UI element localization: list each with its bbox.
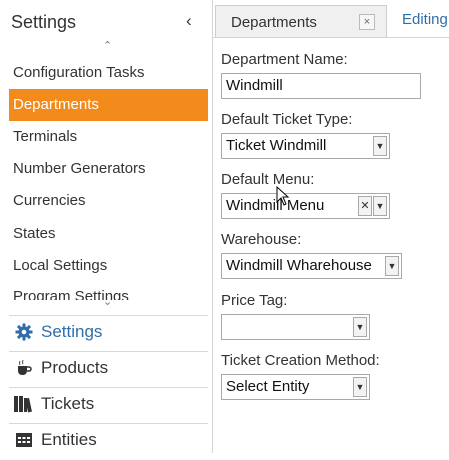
ticket-creation-label: Ticket Creation Method:	[221, 352, 380, 369]
settings-sidebar: Settings ‹ ⌃ Configuration Tasks Departm…	[0, 0, 213, 453]
department-name-input[interactable]: Windmill	[221, 73, 421, 99]
sidebar-item-departments[interactable]: Departments	[9, 89, 208, 121]
sidebar-item-currencies[interactable]: Currencies	[9, 185, 208, 217]
section-settings-label: Settings	[41, 322, 103, 341]
chevron-down-icon[interactable]: ▼	[353, 317, 367, 337]
tab-departments[interactable]: Departments ×	[215, 5, 387, 38]
sidebar-item-number-generators[interactable]: Number Generators	[9, 153, 208, 185]
section-entities-label: Entities	[41, 430, 97, 449]
ticket-type-select[interactable]: Ticket Windmill ▼	[221, 133, 390, 159]
chevron-down-icon[interactable]: ▼	[385, 256, 399, 276]
default-menu-label: Default Menu:	[221, 171, 315, 188]
tab-strip: Departments × Editing	[213, 0, 449, 38]
chevron-down-icon[interactable]: ▼	[373, 136, 387, 156]
warehouse-value: Windmill Wharehouse	[226, 257, 372, 274]
settings-list: Configuration Tasks Departments Terminal…	[0, 57, 212, 300]
content-area: Departments × Editing Department Name: W…	[213, 0, 449, 453]
ticket-type-value: Ticket Windmill	[226, 137, 327, 154]
ticket-creation-select[interactable]: Select Entity ▼	[221, 374, 370, 400]
close-tab-button[interactable]: ×	[359, 14, 375, 30]
coffee-cup-icon	[13, 352, 35, 388]
books-icon	[13, 388, 35, 424]
price-tag-select[interactable]: ▼	[221, 314, 370, 340]
sidebar-item-configuration-tasks[interactable]: Configuration Tasks	[9, 57, 208, 89]
section-tickets-label: Tickets	[41, 394, 95, 413]
sidebar-item-states[interactable]: States	[9, 218, 208, 250]
default-menu-select[interactable]: Windmill Menu ✕ ▼	[221, 193, 390, 219]
mouse-pointer-icon	[276, 186, 290, 206]
section-settings[interactable]: Settings	[9, 315, 208, 348]
section-entities[interactable]: Entities	[9, 423, 208, 456]
gear-icon	[13, 316, 35, 352]
scroll-down-icon[interactable]: ⌄	[103, 296, 112, 308]
scroll-up-icon[interactable]: ⌃	[103, 40, 112, 52]
section-tickets[interactable]: Tickets	[9, 387, 208, 420]
collapse-panel-button[interactable]: ‹	[186, 11, 192, 31]
tab-departments-label: Departments	[231, 14, 317, 31]
tab-editing[interactable]: Editing	[402, 11, 448, 28]
ticket-creation-value: Select Entity	[226, 378, 310, 395]
ticket-type-label: Default Ticket Type:	[221, 111, 353, 128]
sidebar-item-terminals[interactable]: Terminals	[9, 121, 208, 153]
sidebar-title: Settings	[11, 12, 77, 32]
section-products-label: Products	[41, 358, 109, 377]
tab-divider	[213, 37, 449, 38]
department-name-label: Department Name:	[221, 51, 348, 68]
table-icon	[13, 424, 35, 460]
chevron-down-icon[interactable]: ▼	[373, 196, 387, 216]
clear-icon[interactable]: ✕	[358, 196, 372, 216]
chevron-down-icon[interactable]: ▼	[353, 377, 367, 397]
price-tag-label: Price Tag:	[221, 292, 288, 309]
section-products[interactable]: Products	[9, 351, 208, 384]
sidebar-item-local-settings[interactable]: Local Settings	[9, 250, 208, 282]
warehouse-label: Warehouse:	[221, 231, 302, 248]
warehouse-select[interactable]: Windmill Wharehouse ▼	[221, 253, 402, 279]
